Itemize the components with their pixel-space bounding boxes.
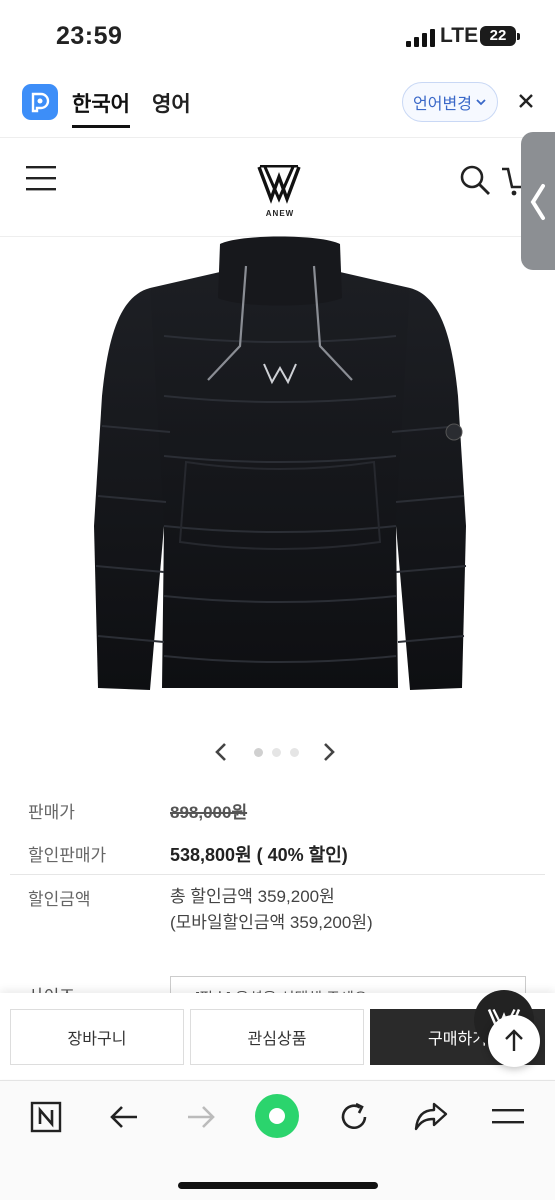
refresh-icon[interactable] — [336, 1099, 372, 1135]
chevron-right-icon[interactable] — [318, 740, 340, 764]
carousel-dot[interactable] — [254, 748, 263, 757]
naver-n-icon[interactable] — [28, 1099, 64, 1135]
language-change-button[interactable]: 언어변경 — [402, 82, 498, 122]
discount-values: 총 할인금액 359,200원 (모바일할인금액 359,200원) — [170, 884, 373, 936]
carousel-dot[interactable] — [290, 748, 299, 757]
discount-label: 할인금액 — [28, 890, 91, 909]
tab-korean[interactable]: 한국어 — [72, 88, 130, 128]
product-image-puffer-jacket[interactable] — [80, 226, 480, 696]
language-change-label: 언어변경 — [413, 96, 472, 113]
close-icon[interactable] — [514, 89, 538, 113]
divider — [10, 874, 545, 875]
chevron-left-icon[interactable] — [210, 740, 232, 764]
chevron-down-icon — [476, 99, 486, 106]
status-bar: 23:59 LTE 22 — [0, 0, 555, 72]
hamburger-menu-icon[interactable] — [26, 165, 56, 191]
discount-mobile: (모바일할인금액 359,200원) — [170, 913, 373, 932]
menu-icon[interactable] — [490, 1099, 526, 1135]
add-to-cart-button[interactable]: 장바구니 — [10, 1009, 184, 1065]
discount-total: 총 할인금액 359,200원 — [170, 887, 335, 906]
site-header: ANEW — [0, 139, 555, 237]
sale-price-value: 538,800원 ( 40% 할인) — [170, 845, 348, 865]
image-carousel-controls — [210, 740, 340, 766]
browser-toolbar — [0, 1080, 555, 1200]
network-type: LTE — [440, 24, 479, 47]
translate-bar: 한국어 영어 언어변경 — [0, 72, 555, 138]
brand-logo[interactable] — [256, 159, 302, 209]
chevron-left-icon — [530, 184, 545, 220]
battery-indicator: 22 — [480, 26, 520, 46]
share-icon[interactable] — [413, 1099, 449, 1135]
status-time: 23:59 — [56, 22, 123, 50]
green-home-icon[interactable] — [254, 1093, 300, 1139]
wishlist-button[interactable]: 관심상품 — [190, 1009, 364, 1065]
carousel-dot[interactable] — [272, 748, 281, 757]
list-price-label: 판매가 — [28, 803, 75, 822]
brand-logo-text: ANEW — [265, 209, 295, 218]
scroll-to-top-button[interactable] — [488, 1015, 540, 1067]
back-arrow-icon[interactable] — [106, 1099, 142, 1135]
side-panel-handle[interactable] — [521, 132, 555, 270]
signal-icon — [406, 29, 435, 47]
home-indicator — [178, 1182, 378, 1189]
tab-english[interactable]: 영어 — [152, 88, 191, 118]
arrow-up-icon — [505, 1029, 523, 1051]
list-price-value: 898,000원 — [170, 803, 248, 822]
search-icon[interactable] — [458, 163, 492, 197]
forward-arrow-icon[interactable] — [183, 1099, 219, 1135]
sale-price-label: 할인판매가 — [28, 846, 107, 865]
papago-icon[interactable] — [22, 84, 58, 120]
action-bar: 장바구니 관심상품 구매하기 — [0, 993, 555, 1079]
